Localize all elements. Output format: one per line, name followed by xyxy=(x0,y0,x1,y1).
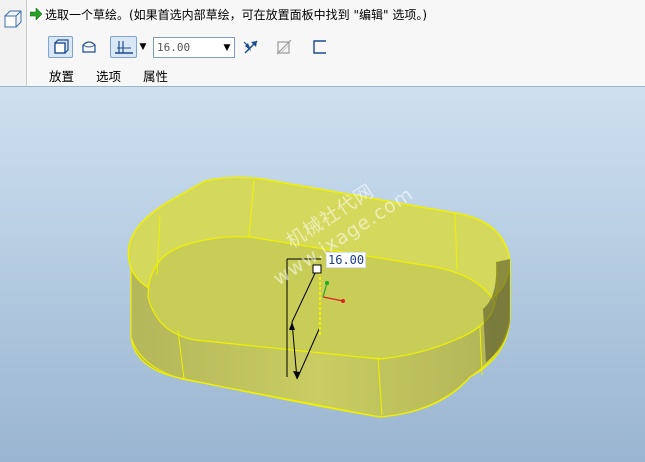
thicken-sketch-icon xyxy=(313,40,326,54)
tab-placement[interactable]: 放置 xyxy=(49,66,74,85)
green-arrow-icon xyxy=(30,8,42,20)
remove-material-button[interactable] xyxy=(272,36,296,58)
prompt-text: 选取一个草绘。(如果首选内部草绘，可在放置面板中找到 "编辑" 选项。) xyxy=(45,7,428,22)
depth-field[interactable]: ▼ xyxy=(153,37,235,58)
flip-direction-icon xyxy=(243,40,258,54)
depth-dimension-label[interactable]: 16.00 xyxy=(326,252,367,268)
extrude-surface-button[interactable] xyxy=(76,36,101,58)
blind-depth-icon xyxy=(114,41,133,54)
flip-direction-button[interactable] xyxy=(239,36,263,58)
depth-option-button[interactable] xyxy=(110,36,137,58)
tab-properties[interactable]: 属性 xyxy=(143,66,168,85)
extrude-dashboard: 选取一个草绘。(如果首选内部草绘，可在放置面板中找到 "编辑" 选项。) ▼ 1… xyxy=(0,0,645,87)
extrude-preview-model[interactable] xyxy=(0,87,645,462)
tab-options[interactable]: 选项 xyxy=(96,66,121,85)
depth-input[interactable] xyxy=(154,38,221,57)
depth-dropdown-arrow[interactable]: ▼ xyxy=(220,38,234,57)
thicken-sketch-button[interactable] xyxy=(308,36,332,58)
extrude-surface-icon xyxy=(81,41,96,53)
extrude-solid-icon xyxy=(53,39,69,54)
feature-indicator xyxy=(0,0,27,86)
extrude-feature-icon xyxy=(4,10,22,28)
remove-material-icon xyxy=(276,39,292,55)
message-prompt: 选取一个草绘。(如果首选内部草绘，可在放置面板中找到 "编辑" 选项。) xyxy=(30,4,427,24)
depth-option-dropdown[interactable]: ▼ xyxy=(137,36,149,58)
extrude-solid-button[interactable] xyxy=(48,36,73,58)
graphics-window[interactable]: 16.00 机械社代网 www.jxage.com xyxy=(0,87,645,462)
